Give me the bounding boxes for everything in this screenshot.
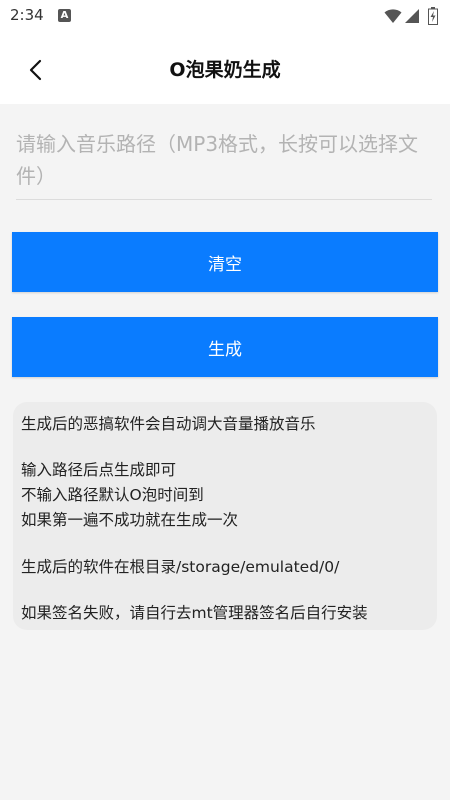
info-line-input-path: 输入路径后点生成即可 bbox=[21, 461, 177, 479]
info-card: 生成后的恶搞软件会自动调大音量播放音乐 输入路径后点生成即可 不输入路径默认O泡… bbox=[13, 402, 437, 630]
info-line-sign-failure: 如果签名失败，请自行去mt管理器签名后自行安装 bbox=[21, 604, 368, 622]
signal-icon bbox=[405, 9, 419, 23]
page-title: O泡果奶生成 bbox=[169, 59, 281, 81]
info-line-auto-volume: 生成后的恶搞软件会自动调大音量播放音乐 bbox=[21, 415, 316, 433]
generate-button[interactable]: 生成 bbox=[12, 317, 438, 377]
notification-a-icon: A bbox=[58, 9, 71, 22]
music-path-input[interactable] bbox=[16, 128, 432, 200]
main-content: 清空 生成 生成后的恶搞软件会自动调大音量播放音乐 输入路径后点生成即可 不输入… bbox=[0, 104, 450, 800]
status-time: 2:34 bbox=[10, 6, 44, 24]
clear-button[interactable]: 清空 bbox=[12, 232, 438, 292]
status-bar: 2:34 A bbox=[0, 0, 450, 32]
info-line-retry: 如果第一遍不成功就在生成一次 bbox=[21, 511, 239, 529]
info-line-output-dir: 生成后的软件在根目录/storage/emulated/0/ bbox=[21, 558, 340, 576]
info-line-default-path: 不输入路径默认O泡时间到 bbox=[21, 486, 204, 504]
app-bar: O泡果奶生成 bbox=[0, 32, 450, 104]
wifi-icon bbox=[384, 9, 402, 23]
battery-icon bbox=[428, 7, 438, 25]
